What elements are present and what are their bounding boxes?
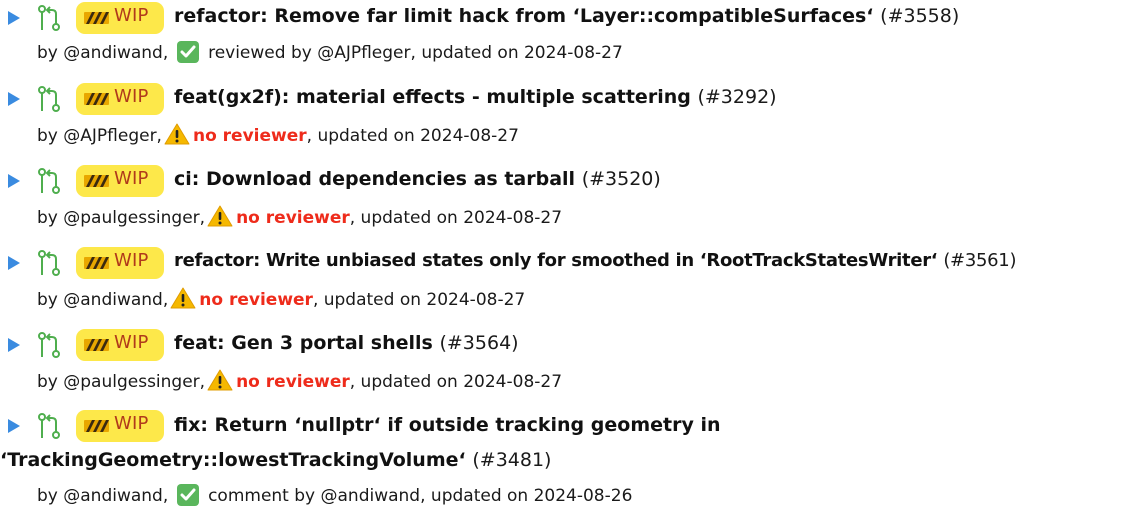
merge-request-title-text[interactable]: refactor: Write unbiased states only for… bbox=[174, 250, 938, 271]
check-mark-box-icon bbox=[176, 484, 199, 506]
wip-badge: WIP bbox=[76, 329, 164, 361]
merge-request-title-text[interactable]: feat: Gen 3 portal shells bbox=[174, 332, 433, 354]
merge-request-icon bbox=[38, 86, 60, 112]
triangle-right-icon[interactable] bbox=[8, 92, 20, 106]
merge-request-icon bbox=[38, 250, 60, 276]
merge-request-meta: by @andiwand, no reviewer, updated on 20… bbox=[37, 287, 525, 310]
check-mark-box-icon bbox=[176, 41, 199, 63]
updated-text: , updated on 2024-08-27 bbox=[312, 290, 526, 310]
merge-request-number: (#3481) bbox=[472, 449, 552, 471]
construction-cone-icon bbox=[84, 12, 109, 24]
merge-request-title-row: WIP feat: Gen 3 portal shells (#3564) bbox=[0, 327, 1125, 367]
construction-cone-icon bbox=[84, 175, 109, 187]
wip-badge: WIP bbox=[76, 83, 164, 115]
review-status-text: reviewed by @AJPfleger bbox=[208, 43, 411, 63]
merge-request-meta: by @paulgessinger, no reviewer, updated … bbox=[37, 369, 562, 392]
merge-request-icon bbox=[38, 168, 60, 194]
review-status-text: comment by @andiwand bbox=[208, 486, 421, 506]
construction-cone-icon bbox=[84, 257, 109, 269]
updated-text: , updated on 2024-08-27 bbox=[410, 43, 623, 63]
merge-request-title-row: WIP ci: Download dependencies as tarball… bbox=[0, 163, 1125, 203]
wip-badge: WIP bbox=[76, 247, 164, 279]
merge-request-title[interactable]: ci: Download dependencies as tarball (#3… bbox=[174, 168, 661, 190]
merge-request-number: (#3564) bbox=[439, 332, 519, 354]
merge-request-title-text[interactable]: fix: Return ‘nullptr‘ if outside trackin… bbox=[0, 414, 721, 471]
author-text: by @andiwand, bbox=[37, 290, 169, 310]
no-reviewer-text: no reviewer bbox=[236, 208, 350, 228]
merge-request-title-row: WIP refactor: Write unbiased states only… bbox=[0, 245, 1125, 285]
wip-badge: WIP bbox=[76, 165, 164, 197]
merge-request-title-text[interactable]: ci: Download dependencies as tarball bbox=[174, 168, 575, 190]
merge-request-title[interactable]: feat(gx2f): material effects - multiple … bbox=[174, 86, 777, 108]
updated-text: , updated on 2024-08-27 bbox=[349, 208, 563, 228]
wip-label: WIP bbox=[114, 250, 149, 271]
merge-request-number: (#3558) bbox=[880, 5, 960, 27]
construction-cone-icon bbox=[84, 93, 109, 105]
no-reviewer-text: no reviewer bbox=[199, 290, 313, 310]
merge-request-title[interactable]: refactor: Remove far limit hack from ‘La… bbox=[174, 5, 959, 27]
warning-icon bbox=[164, 123, 190, 145]
author-text: by @paulgessinger, bbox=[37, 372, 206, 392]
merge-request-title-row: WIP feat(gx2f): material effects - multi… bbox=[0, 81, 1125, 121]
merge-request-meta: by @andiwand, reviewed by @AJPfleger, up… bbox=[37, 41, 623, 63]
author-text: by @andiwand, bbox=[37, 43, 169, 63]
updated-text: , updated on 2024-08-26 bbox=[420, 486, 633, 506]
merge-request-title[interactable]: refactor: Write unbiased states only for… bbox=[174, 250, 1016, 271]
wip-badge: WIP bbox=[76, 2, 164, 34]
wip-label: WIP bbox=[114, 168, 149, 189]
merge-request-number: (#3292) bbox=[697, 86, 777, 108]
wip-label: WIP bbox=[114, 86, 149, 107]
warning-icon bbox=[207, 205, 233, 227]
author-text: by @paulgessinger, bbox=[37, 208, 206, 228]
triangle-right-icon[interactable] bbox=[8, 174, 20, 188]
triangle-right-icon[interactable] bbox=[8, 338, 20, 352]
merge-request-title-text[interactable]: refactor: Remove far limit hack from ‘La… bbox=[174, 5, 874, 27]
merge-request-meta: by @andiwand, comment by @andiwand, upda… bbox=[37, 484, 632, 506]
merge-request-title-row: WIP refactor: Remove far limit hack from… bbox=[0, 0, 1125, 40]
merge-request-meta: by @AJPfleger, no reviewer, updated on 2… bbox=[37, 123, 519, 146]
author-text: by @AJPfleger, bbox=[37, 126, 162, 146]
no-reviewer-text: no reviewer bbox=[192, 126, 307, 146]
merge-request-number: (#3520) bbox=[581, 168, 661, 190]
merge-request-icon bbox=[38, 5, 60, 31]
merge-request-number: (#3561) bbox=[943, 250, 1017, 271]
updated-text: , updated on 2024-08-27 bbox=[349, 372, 563, 392]
merge-request-meta: by @paulgessinger, no reviewer, updated … bbox=[37, 205, 562, 228]
wip-label: WIP bbox=[114, 332, 149, 353]
updated-text: , updated on 2024-08-27 bbox=[306, 126, 519, 146]
merge-request-title-text[interactable]: feat(gx2f): material effects - multiple … bbox=[174, 86, 691, 108]
merge-request-icon bbox=[38, 332, 60, 358]
triangle-right-icon[interactable] bbox=[8, 11, 20, 25]
no-reviewer-text: no reviewer bbox=[236, 372, 350, 392]
warning-icon bbox=[170, 287, 196, 309]
construction-cone-icon bbox=[84, 339, 109, 351]
warning-icon bbox=[207, 369, 233, 391]
author-text: by @andiwand, bbox=[37, 486, 169, 506]
wip-label: WIP bbox=[114, 5, 149, 26]
triangle-right-icon[interactable] bbox=[8, 256, 20, 270]
merge-request-title[interactable]: fix: Return ‘nullptr‘ if outside trackin… bbox=[0, 408, 1000, 478]
merge-request-title[interactable]: feat: Gen 3 portal shells (#3564) bbox=[174, 332, 519, 354]
